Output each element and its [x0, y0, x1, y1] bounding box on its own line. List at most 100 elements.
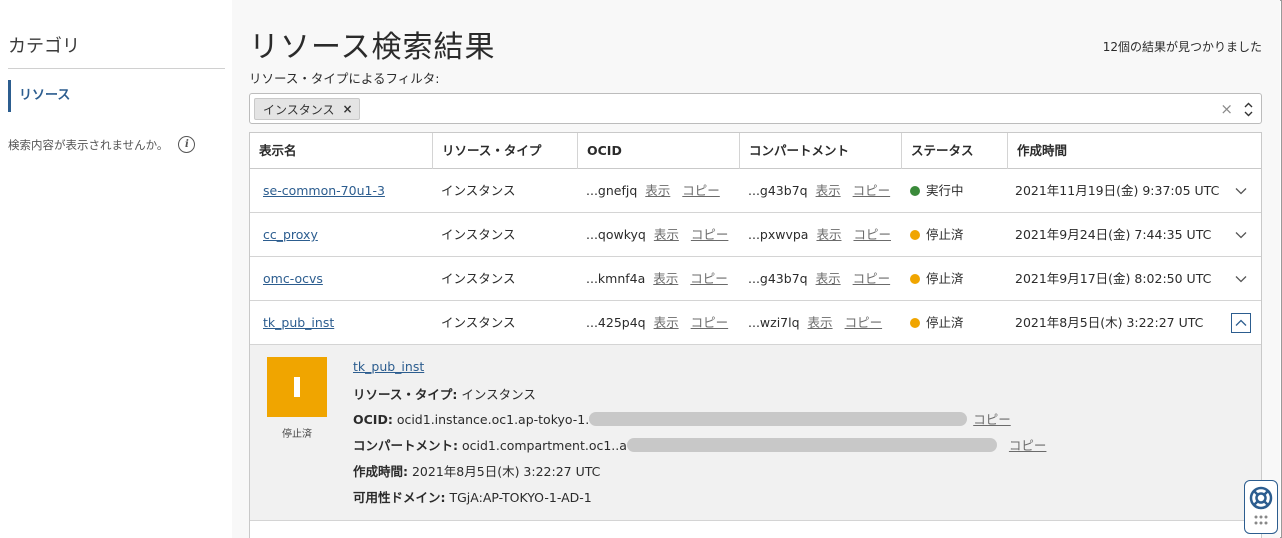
compartment-cell: ...pxwvpa 表示 コピー — [748, 213, 891, 257]
resource-type: インスタンス — [441, 315, 516, 330]
detail-name-link[interactable]: tk_pub_inst — [353, 359, 424, 374]
sidebar-item-resources[interactable]: リソース — [8, 80, 70, 112]
ocid-cell: ...qowkyq 表示 コピー — [586, 213, 728, 257]
info-icon[interactable]: i — [178, 136, 196, 153]
status-text: 停止済 — [926, 315, 964, 330]
chip-remove-icon[interactable]: × — [343, 102, 353, 116]
detail-created: 作成時間: 2021年8月5日(木) 3:22:27 UTC — [353, 464, 601, 479]
compartment-cell: ...g43b7q 表示 コピー — [748, 257, 890, 301]
collapse-row-chevron-icon[interactable] — [1231, 313, 1251, 333]
table-row: tk_pub_inst インスタンス ...425p4q 表示 コピー ...wzi… — [250, 301, 1261, 345]
created-time: 2021年9月24日(金) 7:44:35 UTC — [1015, 227, 1212, 242]
created-time: 2021年9月17日(金) 8:02:50 UTC — [1015, 271, 1212, 286]
redacted-block — [589, 412, 968, 426]
filter-chip: インスタンス × — [254, 98, 360, 120]
ocid-cell: ...kmnf4a 表示 コピー — [586, 257, 728, 301]
ocid-value: ...kmnf4a — [586, 271, 646, 286]
ocid-cell: ...gnefjq 表示 コピー — [586, 169, 720, 213]
ocid-copy-link[interactable]: コピー — [691, 315, 729, 330]
expand-row-chevron-icon[interactable] — [1231, 181, 1251, 201]
compartment-show-link[interactable]: 表示 — [816, 271, 841, 286]
ocid-copy-link[interactable]: コピー — [682, 183, 720, 198]
filter-dropdown-toggle[interactable] — [1243, 98, 1253, 120]
status-text: 実行中 — [926, 183, 964, 198]
detail-compartment: コンパートメント: ocid1.compartment.oc1..a コピー — [353, 438, 1047, 453]
lifebuoy-icon — [1249, 486, 1273, 510]
compartment-copy-link[interactable]: コピー — [853, 183, 891, 198]
compartment-cell: ...wzi7lq 表示 コピー — [748, 301, 882, 345]
expand-row-chevron-icon[interactable] — [1231, 269, 1251, 289]
help-widget-button[interactable] — [1244, 480, 1278, 534]
help-text: 検索内容が表示されませんか。 — [8, 137, 169, 152]
column-header-name[interactable]: 表示名 — [250, 133, 432, 169]
status-cell: 停止済 — [910, 257, 964, 301]
column-header-status[interactable]: ステータス — [901, 133, 1007, 169]
status-dot-running — [910, 186, 920, 196]
filter-chip-label: インスタンス — [263, 102, 335, 117]
resource-name-link[interactable]: se-common-70u1-3 — [263, 183, 385, 198]
main-content: リソース検索結果 12個の結果が見つかりました リソース・タイプによるフィルタ:… — [232, 0, 1280, 538]
status-text: 停止済 — [926, 227, 964, 242]
compartment-show-link[interactable]: 表示 — [816, 227, 841, 242]
ocid-value: ...qowkyq — [586, 227, 646, 242]
status-cell: 実行中 — [910, 169, 964, 213]
status-dot-stopped — [910, 230, 920, 240]
clear-filter-icon[interactable]: × — [1220, 100, 1233, 118]
created-time: 2021年11月19日(金) 9:37:05 UTC — [1015, 183, 1220, 198]
table-row: se-common-70u1-3 インスタンス ...gnefjq 表示 コピー .… — [250, 169, 1261, 213]
resource-type-filter[interactable]: インスタンス × × — [249, 93, 1262, 124]
result-count: 12個の結果が見つかりました — [1102, 40, 1262, 54]
resource-name-link[interactable]: tk_pub_inst — [263, 315, 334, 330]
ocid-show-link[interactable]: 表示 — [654, 315, 679, 330]
compartment-value: ...g43b7q — [748, 271, 808, 286]
ocid-show-link[interactable]: 表示 — [653, 271, 678, 286]
compartment-value: ...g43b7q — [748, 183, 808, 198]
detail-compartment-copy-link[interactable]: コピー — [1009, 438, 1047, 453]
page-title: リソース検索結果 — [249, 30, 496, 65]
column-header-compartment[interactable]: コンパートメント — [739, 133, 901, 169]
resource-name-link[interactable]: cc_proxy — [263, 227, 318, 242]
filter-label: リソース・タイプによるフィルタ: — [249, 71, 440, 86]
ocid-value: ...gnefjq — [586, 183, 638, 198]
category-sidebar: カテゴリ リソース 検索内容が表示されませんか。 i — [0, 0, 232, 538]
ocid-copy-link[interactable]: コピー — [691, 227, 729, 242]
compartment-value: ...pxwvpa — [748, 227, 809, 242]
resource-detail-panel: 停止済 tk_pub_inst リソース・タイプ: インスタンス OCID: o… — [250, 345, 1261, 521]
status-cell: 停止済 — [910, 301, 964, 345]
status-cell: 停止済 — [910, 213, 964, 257]
resource-type: インスタンス — [441, 183, 516, 198]
table-header: 表示名 リソース・タイプ OCID コンパートメント ステータス 作成時間 — [250, 133, 1261, 169]
results-table: 表示名 リソース・タイプ OCID コンパートメント ステータス 作成時間 se… — [249, 132, 1262, 538]
table-row: cc_proxy インスタンス ...qowkyq 表示 コピー ...pxwvpa… — [250, 213, 1261, 257]
help-hint: 検索内容が表示されませんか。 i — [8, 136, 196, 153]
ocid-show-link[interactable]: 表示 — [654, 227, 679, 242]
column-header-type[interactable]: リソース・タイプ — [432, 133, 577, 169]
ocid-value: ...425p4q — [586, 315, 646, 330]
table-row: omc-ocvs インスタンス ...kmnf4a 表示 コピー ...g43b7q… — [250, 257, 1261, 301]
detail-ocid: OCID: ocid1.instance.oc1.ap-tokyo-1. コピー — [353, 412, 1011, 427]
column-header-created[interactable]: 作成時間 — [1007, 133, 1261, 169]
resource-type: インスタンス — [441, 271, 516, 286]
compartment-copy-link[interactable]: コピー — [845, 315, 883, 330]
resource-name-link[interactable]: omc-ocvs — [263, 271, 323, 286]
column-header-ocid[interactable]: OCID — [577, 133, 739, 169]
resource-type: インスタンス — [441, 227, 516, 242]
compartment-cell: ...g43b7q 表示 コピー — [748, 169, 890, 213]
detail-type: リソース・タイプ: インスタンス — [353, 387, 536, 402]
compartment-show-link[interactable]: 表示 — [816, 183, 841, 198]
state-icon — [267, 357, 327, 417]
ocid-copy-link[interactable]: コピー — [690, 271, 728, 286]
compartment-copy-link[interactable]: コピー — [853, 271, 891, 286]
compartment-value: ...wzi7lq — [748, 315, 800, 330]
status-dot-stopped — [910, 274, 920, 284]
compartment-copy-link[interactable]: コピー — [853, 227, 891, 242]
redacted-block — [626, 438, 997, 452]
state-label: 停止済 — [282, 429, 312, 440]
detail-ocid-copy-link[interactable]: コピー — [973, 412, 1011, 427]
sidebar-title: カテゴリ — [8, 36, 80, 57]
chevron-up-icon — [1244, 102, 1252, 107]
status-dot-stopped — [910, 318, 920, 328]
ocid-show-link[interactable]: 表示 — [645, 183, 670, 198]
expand-row-chevron-icon[interactable] — [1231, 225, 1251, 245]
compartment-show-link[interactable]: 表示 — [808, 315, 833, 330]
